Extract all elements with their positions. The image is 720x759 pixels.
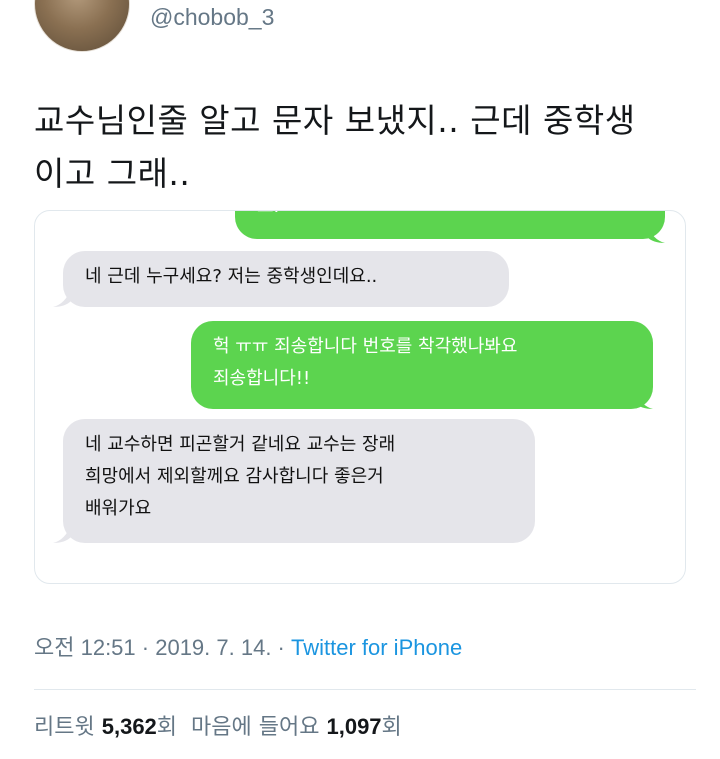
tweet-source-link[interactable]: Twitter for iPhone <box>291 635 462 660</box>
tweet-date[interactable]: 2019. 7. 14. <box>155 635 271 660</box>
retweets-unit: 회 <box>156 715 178 740</box>
bubble-tail-icon <box>635 391 653 409</box>
meta-separator: · <box>135 635 156 660</box>
bubble-tail-icon <box>647 225 665 243</box>
message-bubble-sent: 헉 ㅠㅠ 죄송합니다 번호를 착각했나봐요 죄송합니다!! <box>191 321 653 409</box>
likes-unit: 회 <box>381 715 402 740</box>
avatar[interactable] <box>34 0 130 52</box>
message-bubble-received: 네 근데 누구세요? 저는 중학생인데요.. <box>63 251 509 307</box>
tweet-time[interactable]: 오전 12:51 <box>34 635 136 660</box>
retweets-count[interactable]: 5,362 <box>102 714 157 739</box>
message-bubble-received: 네 교수하면 피곤할거 같네요 교수는 장래 희망에서 제외할께요 감사합니다 … <box>63 419 535 543</box>
likes-count[interactable]: 1,097 <box>326 714 381 739</box>
bubble-tail-icon <box>53 289 71 307</box>
tweet-meta: 오전 12:51 · 2019. 7. 14. · Twitter for iP… <box>34 630 462 662</box>
message-bubble-sent: 요. ㅠㅠ <box>235 211 665 239</box>
tweet-stats: 리트윗 5,362회 마음에 들어요 1,097회 <box>34 709 402 741</box>
tweet-image[interactable]: 요. ㅠㅠ 네 근데 누구세요? 저는 중학생인데요.. 헉 ㅠㅠ 죄송합니다 … <box>34 210 686 584</box>
tweet-text: 교수님인줄 알고 문자 보냈지.. 근데 중학생 이고 그래.. <box>34 101 636 193</box>
user-handle[interactable]: @chobob_3 <box>150 4 274 31</box>
bubble-tail-icon <box>53 525 71 543</box>
divider <box>34 689 696 690</box>
meta-separator: · <box>271 635 291 660</box>
retweets-label: 리트윗 <box>34 715 95 740</box>
likes-label: 마음에 들어요 <box>191 715 320 740</box>
